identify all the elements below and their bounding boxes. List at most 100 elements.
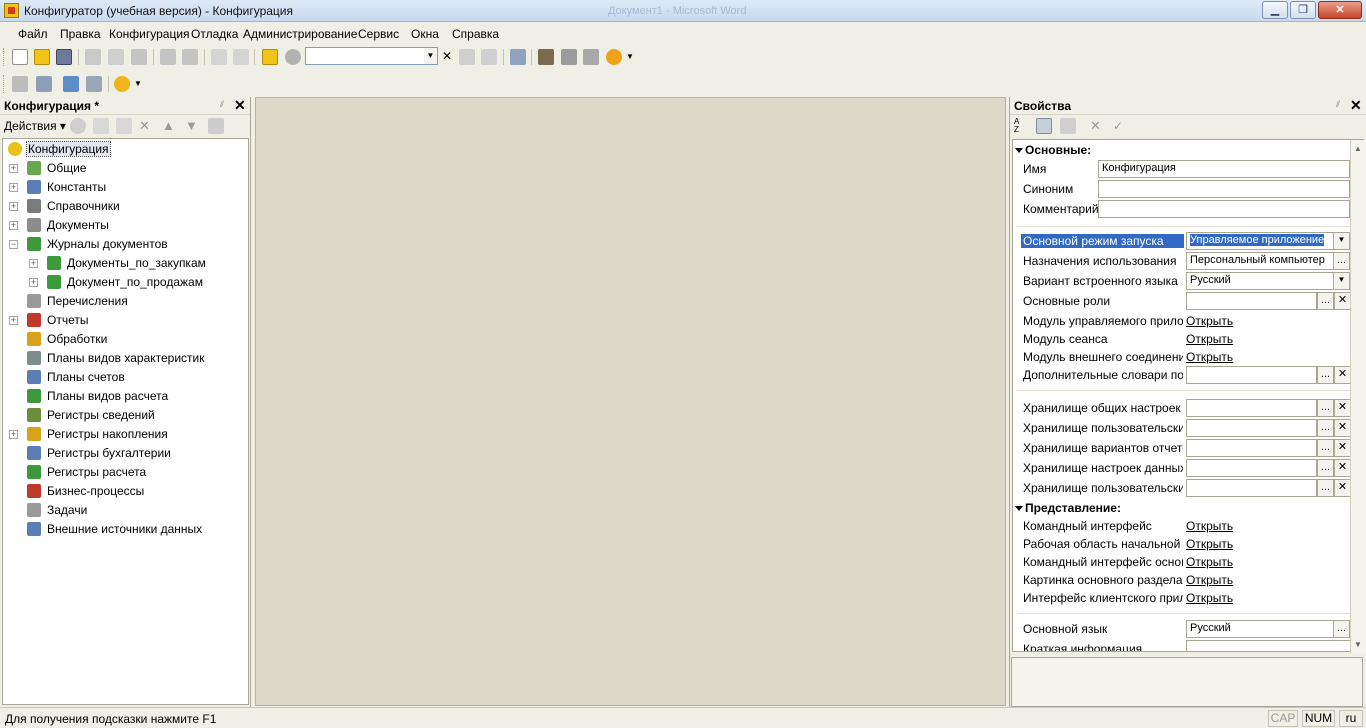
start-debugging-icon[interactable] — [114, 76, 130, 92]
menu-service[interactable]: Сервис — [358, 27, 399, 41]
maximize-button[interactable]: ❐ — [1290, 1, 1316, 19]
pin-icon[interactable]: ⫽ — [1336, 99, 1340, 110]
print-icon[interactable] — [160, 49, 176, 65]
user-settings-storage-clear-button[interactable]: ✕ — [1334, 419, 1351, 437]
client-interface-open-link[interactable]: Открыть — [1186, 591, 1233, 605]
report-variants-storage-field[interactable] — [1186, 439, 1317, 457]
session-module-open-link[interactable]: Открыть — [1186, 332, 1233, 346]
expand-icon[interactable]: + — [29, 259, 38, 268]
tree-item[interactable]: Планы видов характеристик — [3, 349, 248, 368]
launch-mode-select[interactable]: Управляемое приложение — [1186, 232, 1334, 250]
main-roles-clear-button[interactable]: ✕ — [1334, 292, 1351, 310]
close-button[interactable]: ✕ — [1318, 1, 1362, 19]
section-main[interactable]: Основные: — [1015, 143, 1091, 157]
info-dropdown-icon[interactable]: ▼ — [626, 49, 634, 65]
home-page-open-link[interactable]: Открыть — [1186, 537, 1233, 551]
user-settings-storage-field[interactable] — [1186, 419, 1317, 437]
pin-icon[interactable]: ⫽ — [220, 99, 224, 110]
menu-file[interactable]: Файл — [18, 27, 48, 41]
search-input[interactable] — [305, 47, 426, 65]
user-report-settings-storage-ellipsis-button[interactable]: ... — [1317, 479, 1334, 497]
save-icon[interactable] — [56, 49, 72, 65]
find-next-icon[interactable] — [459, 49, 475, 65]
user-report-settings-storage-field[interactable] — [1186, 479, 1317, 497]
menu-configuration[interactable]: Конфигурация — [109, 27, 190, 41]
launch-mode-dropdown-button[interactable]: ▼ — [1333, 232, 1350, 250]
group-by-category-icon[interactable] — [1036, 118, 1052, 134]
undo-icon[interactable] — [211, 49, 227, 65]
expand-icon[interactable]: + — [29, 278, 38, 287]
tree-item[interactable]: + Документ_по_продажам — [3, 273, 248, 292]
form-data-settings-storage-ellipsis-button[interactable]: ... — [1317, 459, 1334, 477]
expand-icon[interactable]: + — [9, 202, 18, 211]
tree-item[interactable]: − Журналы документов — [3, 235, 248, 254]
panel-close-icon[interactable]: ✕ — [1350, 97, 1362, 114]
expand-icon[interactable]: + — [9, 164, 18, 173]
search-icon[interactable] — [285, 49, 301, 65]
search-clear-button[interactable]: ✕ — [440, 47, 454, 65]
find-in-folder-icon[interactable] — [262, 49, 278, 65]
tree-item[interactable]: + Справочники — [3, 197, 248, 216]
minimize-button[interactable]: ▁ — [1262, 1, 1288, 19]
managed-app-module-open-link[interactable]: Открыть — [1186, 314, 1233, 328]
tree-item[interactable]: Регистры сведений — [3, 406, 248, 425]
scroll-down-icon[interactable]: ▼ — [1354, 640, 1362, 649]
comment-field[interactable] — [1098, 200, 1350, 218]
tree-item[interactable]: Планы счетов — [3, 368, 248, 387]
find-previous-icon[interactable] — [481, 49, 497, 65]
tree-item[interactable]: Бизнес-процессы — [3, 482, 248, 501]
common-settings-storage-clear-button[interactable]: ✕ — [1334, 399, 1351, 417]
tree-item[interactable]: Перечисления — [3, 292, 248, 311]
tree-item[interactable]: Регистры расчета — [3, 463, 248, 482]
common-settings-storage-ellipsis-button[interactable]: ... — [1317, 399, 1334, 417]
report-variants-storage-clear-button[interactable]: ✕ — [1334, 439, 1351, 457]
actions-menu-button[interactable]: Действия ▾ — [4, 119, 66, 133]
move-down-icon[interactable]: ▼ — [185, 118, 201, 134]
search-dropdown-button[interactable]: ▼ — [424, 47, 438, 65]
form-data-settings-storage-field[interactable] — [1186, 459, 1317, 477]
menu-help[interactable]: Справка — [452, 27, 499, 41]
tree-item[interactable]: + Общие — [3, 159, 248, 178]
new-document-icon[interactable] — [12, 49, 28, 65]
synonym-field[interactable] — [1098, 180, 1350, 198]
delete-icon[interactable]: ✕ — [139, 118, 155, 134]
copy-icon[interactable] — [108, 49, 124, 65]
menu-administration[interactable]: Администрирование — [243, 27, 357, 41]
expand-icon[interactable]: + — [9, 430, 18, 439]
help-search-icon[interactable] — [561, 49, 577, 65]
tree-item[interactable]: Внешние источники данных — [3, 520, 248, 539]
command-interface-open-link[interactable]: Открыть — [1186, 519, 1233, 533]
debug-dropdown-icon[interactable]: ▼ — [134, 76, 142, 92]
fulltext-dict-ellipsis-button[interactable]: ... — [1317, 366, 1334, 384]
collapse-icon[interactable]: − — [9, 240, 18, 249]
config-tree-icon[interactable] — [36, 76, 52, 92]
paste-icon[interactable] — [131, 49, 147, 65]
main-roles-field[interactable] — [1186, 292, 1317, 310]
script-variant-select[interactable]: Русский — [1186, 272, 1334, 290]
ext-connection-module-open-link[interactable]: Открыть — [1186, 350, 1233, 364]
copy-item-icon[interactable] — [116, 118, 132, 134]
apply-edit-icon[interactable]: ✓ — [1113, 118, 1129, 134]
open-config-icon[interactable] — [12, 76, 28, 92]
tree-item[interactable]: + Константы — [3, 178, 248, 197]
form-data-settings-storage-clear-button[interactable]: ✕ — [1334, 459, 1351, 477]
script-variant-dropdown-button[interactable]: ▼ — [1333, 272, 1350, 290]
cut-icon[interactable] — [85, 49, 101, 65]
language-indicator[interactable]: ru — [1339, 710, 1363, 727]
menu-windows[interactable]: Окна — [411, 27, 439, 41]
fulltext-dict-field[interactable] — [1186, 366, 1317, 384]
tree-item[interactable]: + Документы — [3, 216, 248, 235]
move-up-icon[interactable]: ▲ — [162, 118, 178, 134]
usage-purpose-field[interactable]: Персональный компьютер — [1186, 252, 1334, 270]
tree-item[interactable]: Регистры бухгалтерии — [3, 444, 248, 463]
default-language-ellipsis-button[interactable]: ... — [1333, 620, 1350, 638]
properties-scrollbar[interactable]: ▲ ▼ — [1350, 140, 1366, 654]
database-update-icon[interactable] — [63, 76, 79, 92]
default-language-field[interactable]: Русский — [1186, 620, 1334, 638]
cancel-edit-icon[interactable]: ✕ — [1090, 118, 1106, 134]
toolbar-grip[interactable] — [3, 75, 6, 93]
sort-alphabetical-icon[interactable]: AZ — [1014, 118, 1030, 134]
edit-icon[interactable] — [93, 118, 109, 134]
tree-item[interactable]: + Регистры накопления — [3, 425, 248, 444]
windows-list-icon[interactable] — [510, 49, 526, 65]
